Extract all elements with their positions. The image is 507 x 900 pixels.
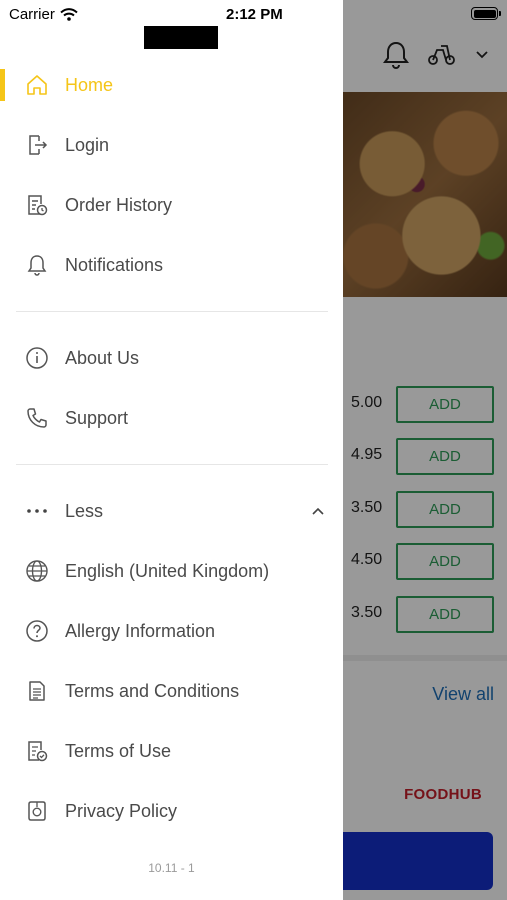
menu-item-support[interactable]: Support xyxy=(0,396,343,440)
menu-item-label: Allergy Information xyxy=(65,620,216,641)
wifi-icon xyxy=(60,8,78,21)
document-icon xyxy=(24,678,50,704)
menu-item-label: English (United Kingdom) xyxy=(65,560,270,581)
carrier-label: Carrier xyxy=(9,6,55,23)
more-dots-icon xyxy=(24,498,50,524)
question-icon xyxy=(24,618,50,644)
menu-item-label: Login xyxy=(65,134,110,155)
document-check-icon xyxy=(24,738,50,764)
status-time: 2:12 PM xyxy=(226,6,283,23)
app-version: 10.11 - 1 xyxy=(148,861,195,875)
globe-icon xyxy=(24,558,50,584)
status-carrier: Carrier xyxy=(9,6,78,23)
battery-icon xyxy=(471,7,501,20)
menu-item-home[interactable]: Home xyxy=(0,63,343,107)
menu-item-privacy-policy[interactable]: Privacy Policy xyxy=(0,789,343,833)
order-history-icon xyxy=(24,192,50,218)
menu-item-order-history[interactable]: Order History xyxy=(0,183,343,227)
menu-item-language[interactable]: English (United Kingdom) xyxy=(0,549,343,593)
menu-item-label: Privacy Policy xyxy=(65,800,178,821)
redaction-block xyxy=(144,26,218,49)
menu-item-label: Terms and Conditions xyxy=(65,680,240,701)
bell-icon xyxy=(24,252,50,278)
menu-item-terms-of-use[interactable]: Terms of Use xyxy=(0,729,343,773)
navigation-drawer: Home Login Order History Notifications A… xyxy=(0,0,343,900)
home-icon xyxy=(24,72,50,98)
status-bar: Carrier 2:12 PM xyxy=(0,0,507,28)
menu-item-label: Home xyxy=(65,74,114,95)
menu-item-label: About Us xyxy=(65,347,140,368)
login-icon xyxy=(24,132,50,158)
menu-item-label: Notifications xyxy=(65,254,164,275)
info-icon xyxy=(24,345,50,371)
divider xyxy=(16,464,328,465)
privacy-icon xyxy=(24,798,50,824)
chevron-up-icon xyxy=(311,506,325,516)
menu-item-label: Less xyxy=(65,500,104,521)
phone-icon xyxy=(24,405,50,431)
menu-item-terms-and-conditions[interactable]: Terms and Conditions xyxy=(0,669,343,713)
menu-item-label: Order History xyxy=(65,194,173,215)
menu-item-about-us[interactable]: About Us xyxy=(0,336,343,380)
divider xyxy=(16,311,328,312)
more-toggle[interactable]: Less xyxy=(0,489,343,533)
menu-item-label: Terms of Use xyxy=(65,740,172,761)
menu-item-allergy-information[interactable]: Allergy Information xyxy=(0,609,343,653)
menu-item-label: Support xyxy=(65,407,129,428)
menu-item-login[interactable]: Login xyxy=(0,123,343,167)
menu-item-notifications[interactable]: Notifications xyxy=(0,243,343,287)
